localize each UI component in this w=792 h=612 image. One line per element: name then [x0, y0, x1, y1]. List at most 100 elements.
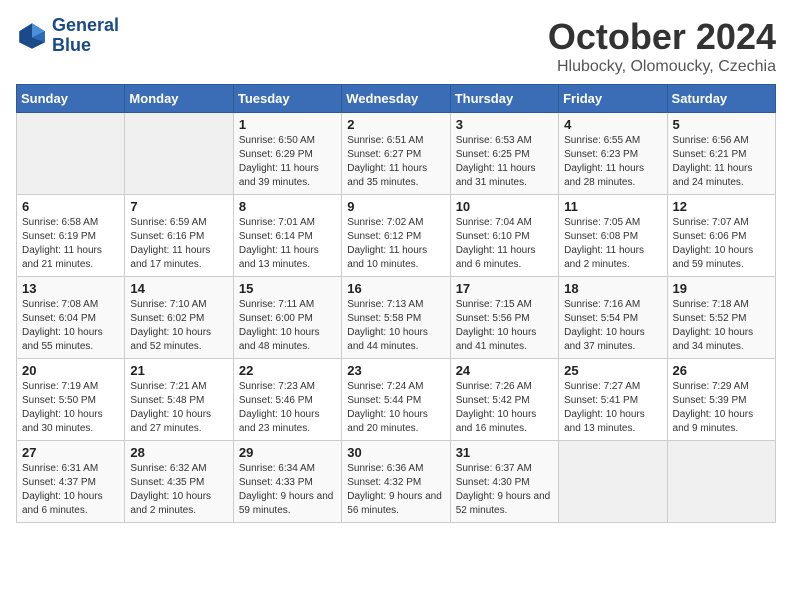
day-detail: Sunrise: 6:50 AMSunset: 6:29 PMDaylight:… — [239, 134, 336, 190]
weekday-header-monday: Monday — [125, 85, 233, 113]
weekday-header-thursday: Thursday — [450, 85, 558, 113]
day-number: 20 — [22, 363, 119, 378]
day-detail: Sunrise: 7:29 AMSunset: 5:39 PMDaylight:… — [673, 380, 770, 436]
calendar-cell: 24Sunrise: 7:26 AMSunset: 5:42 PMDayligh… — [450, 359, 558, 441]
calendar-cell: 18 Sunrise: 7:16 AMSunset: 5:54 PMDayligh… — [559, 277, 667, 359]
day-number: 5 — [673, 117, 770, 132]
calendar-cell: 27 Sunrise: 6:31 AMSunset: 4:37 PMDayligh… — [17, 441, 125, 523]
calendar-cell: 1 Sunrise: 6:50 AMSunset: 6:29 PMDaylight… — [233, 113, 341, 195]
day-detail: Sunrise: 7:10 AMSunset: 6:02 PMDaylight:… — [130, 298, 227, 354]
weekday-header-wednesday: Wednesday — [342, 85, 450, 113]
day-number: 16 — [347, 281, 444, 296]
day-number: 6 — [22, 199, 119, 214]
calendar-cell: 9Sunrise: 7:02 AMSunset: 6:12 PMDaylight… — [342, 195, 450, 277]
location-subtitle: Hlubocky, Olomoucky, Czechia — [548, 58, 776, 76]
calendar-week-3: 13Sunrise: 7:08 AMSunset: 6:04 PMDayligh… — [17, 277, 776, 359]
day-detail: Sunrise: 6:31 AMSunset: 4:37 PMDaylight:… — [22, 462, 119, 518]
calendar-cell — [17, 113, 125, 195]
calendar-cell: 25 Sunrise: 7:27 AMSunset: 5:41 PMDayligh… — [559, 359, 667, 441]
logo: General Blue — [16, 16, 119, 56]
logo-line1: General — [52, 16, 119, 36]
day-number: 13 — [22, 281, 119, 296]
day-detail: Sunrise: 7:27 AMSunset: 5:41 PMDaylight:… — [564, 380, 661, 436]
day-number: 21 — [130, 363, 227, 378]
calendar-cell: 3 Sunrise: 6:53 AMSunset: 6:25 PMDaylight… — [450, 113, 558, 195]
day-detail: Sunrise: 7:02 AMSunset: 6:12 PMDaylight:… — [347, 216, 444, 272]
day-number: 19 — [673, 281, 770, 296]
title-area: October 2024 Hlubocky, Olomoucky, Czechi… — [548, 16, 776, 76]
day-number: 15 — [239, 281, 336, 296]
calendar-cell: 30 Sunrise: 6:36 AMSunset: 4:32 PMDayligh… — [342, 441, 450, 523]
calendar-table: SundayMondayTuesdayWednesdayThursdayFrid… — [16, 84, 776, 523]
calendar-cell: 11 Sunrise: 7:05 AMSunset: 6:08 PMDayligh… — [559, 195, 667, 277]
day-detail: Sunrise: 7:01 AMSunset: 6:14 PMDaylight:… — [239, 216, 336, 272]
day-detail: Sunrise: 6:56 AMSunset: 6:21 PMDaylight:… — [673, 134, 770, 190]
calendar-cell: 13Sunrise: 7:08 AMSunset: 6:04 PMDayligh… — [17, 277, 125, 359]
calendar-cell: 16 Sunrise: 7:13 AMSunset: 5:58 PMDayligh… — [342, 277, 450, 359]
calendar-cell: 31Sunrise: 6:37 AMSunset: 4:30 PMDayligh… — [450, 441, 558, 523]
calendar-cell: 8 Sunrise: 7:01 AMSunset: 6:14 PMDaylight… — [233, 195, 341, 277]
day-number: 31 — [456, 445, 553, 460]
day-number: 14 — [130, 281, 227, 296]
calendar-cell: 10Sunrise: 7:04 AMSunset: 6:10 PMDayligh… — [450, 195, 558, 277]
day-detail: Sunrise: 6:55 AMSunset: 6:23 PMDaylight:… — [564, 134, 661, 190]
day-number: 4 — [564, 117, 661, 132]
day-number: 2 — [347, 117, 444, 132]
day-number: 23 — [347, 363, 444, 378]
day-detail: Sunrise: 6:53 AMSunset: 6:25 PMDaylight:… — [456, 134, 553, 190]
calendar-cell: 14 Sunrise: 7:10 AMSunset: 6:02 PMDayligh… — [125, 277, 233, 359]
calendar-cell: 29Sunrise: 6:34 AMSunset: 4:33 PMDayligh… — [233, 441, 341, 523]
day-detail: Sunrise: 7:04 AMSunset: 6:10 PMDaylight:… — [456, 216, 553, 272]
calendar-week-1: 1 Sunrise: 6:50 AMSunset: 6:29 PMDaylight… — [17, 113, 776, 195]
calendar-cell — [667, 441, 775, 523]
header: General Blue October 2024 Hlubocky, Olom… — [16, 16, 776, 76]
day-number: 25 — [564, 363, 661, 378]
day-number: 11 — [564, 199, 661, 214]
weekday-header-friday: Friday — [559, 85, 667, 113]
day-detail: Sunrise: 6:32 AMSunset: 4:35 PMDaylight:… — [130, 462, 227, 518]
day-number: 26 — [673, 363, 770, 378]
calendar-cell: 21 Sunrise: 7:21 AMSunset: 5:48 PMDayligh… — [125, 359, 233, 441]
calendar-cell: 4 Sunrise: 6:55 AMSunset: 6:23 PMDaylight… — [559, 113, 667, 195]
calendar-week-4: 20 Sunrise: 7:19 AMSunset: 5:50 PMDayligh… — [17, 359, 776, 441]
calendar-cell: 2 Sunrise: 6:51 AMSunset: 6:27 PMDaylight… — [342, 113, 450, 195]
day-detail: Sunrise: 7:18 AMSunset: 5:52 PMDaylight:… — [673, 298, 770, 354]
logo-line2: Blue — [52, 36, 119, 56]
day-number: 1 — [239, 117, 336, 132]
calendar-week-5: 27 Sunrise: 6:31 AMSunset: 4:37 PMDayligh… — [17, 441, 776, 523]
day-detail: Sunrise: 7:23 AMSunset: 5:46 PMDaylight:… — [239, 380, 336, 436]
day-detail: Sunrise: 7:16 AMSunset: 5:54 PMDaylight:… — [564, 298, 661, 354]
day-detail: Sunrise: 7:15 AMSunset: 5:56 PMDaylight:… — [456, 298, 553, 354]
day-number: 12 — [673, 199, 770, 214]
day-detail: Sunrise: 6:36 AMSunset: 4:32 PMDaylight:… — [347, 462, 444, 518]
calendar-week-2: 6Sunrise: 6:58 AMSunset: 6:19 PMDaylight… — [17, 195, 776, 277]
calendar-cell: 22Sunrise: 7:23 AMSunset: 5:46 PMDayligh… — [233, 359, 341, 441]
calendar-cell: 12 Sunrise: 7:07 AMSunset: 6:06 PMDayligh… — [667, 195, 775, 277]
calendar-cell: 20 Sunrise: 7:19 AMSunset: 5:50 PMDayligh… — [17, 359, 125, 441]
day-detail: Sunrise: 7:07 AMSunset: 6:06 PMDaylight:… — [673, 216, 770, 272]
calendar-cell: 5 Sunrise: 6:56 AMSunset: 6:21 PMDaylight… — [667, 113, 775, 195]
calendar-cell: 23Sunrise: 7:24 AMSunset: 5:44 PMDayligh… — [342, 359, 450, 441]
day-number: 24 — [456, 363, 553, 378]
calendar-cell — [125, 113, 233, 195]
day-number: 27 — [22, 445, 119, 460]
day-detail: Sunrise: 7:13 AMSunset: 5:58 PMDaylight:… — [347, 298, 444, 354]
weekday-header-row: SundayMondayTuesdayWednesdayThursdayFrid… — [17, 85, 776, 113]
day-number: 30 — [347, 445, 444, 460]
day-detail: Sunrise: 7:21 AMSunset: 5:48 PMDaylight:… — [130, 380, 227, 436]
day-detail: Sunrise: 6:51 AMSunset: 6:27 PMDaylight:… — [347, 134, 444, 190]
day-number: 18 — [564, 281, 661, 296]
logo-icon — [16, 20, 48, 52]
calendar-cell: 28Sunrise: 6:32 AMSunset: 4:35 PMDayligh… — [125, 441, 233, 523]
day-detail: Sunrise: 7:05 AMSunset: 6:08 PMDaylight:… — [564, 216, 661, 272]
weekday-header-tuesday: Tuesday — [233, 85, 341, 113]
day-number: 8 — [239, 199, 336, 214]
day-detail: Sunrise: 6:34 AMSunset: 4:33 PMDaylight:… — [239, 462, 336, 518]
calendar-cell — [559, 441, 667, 523]
calendar-cell: 6Sunrise: 6:58 AMSunset: 6:19 PMDaylight… — [17, 195, 125, 277]
day-number: 3 — [456, 117, 553, 132]
day-detail: Sunrise: 7:19 AMSunset: 5:50 PMDaylight:… — [22, 380, 119, 436]
weekday-header-saturday: Saturday — [667, 85, 775, 113]
calendar-cell: 15Sunrise: 7:11 AMSunset: 6:00 PMDayligh… — [233, 277, 341, 359]
day-number: 7 — [130, 199, 227, 214]
